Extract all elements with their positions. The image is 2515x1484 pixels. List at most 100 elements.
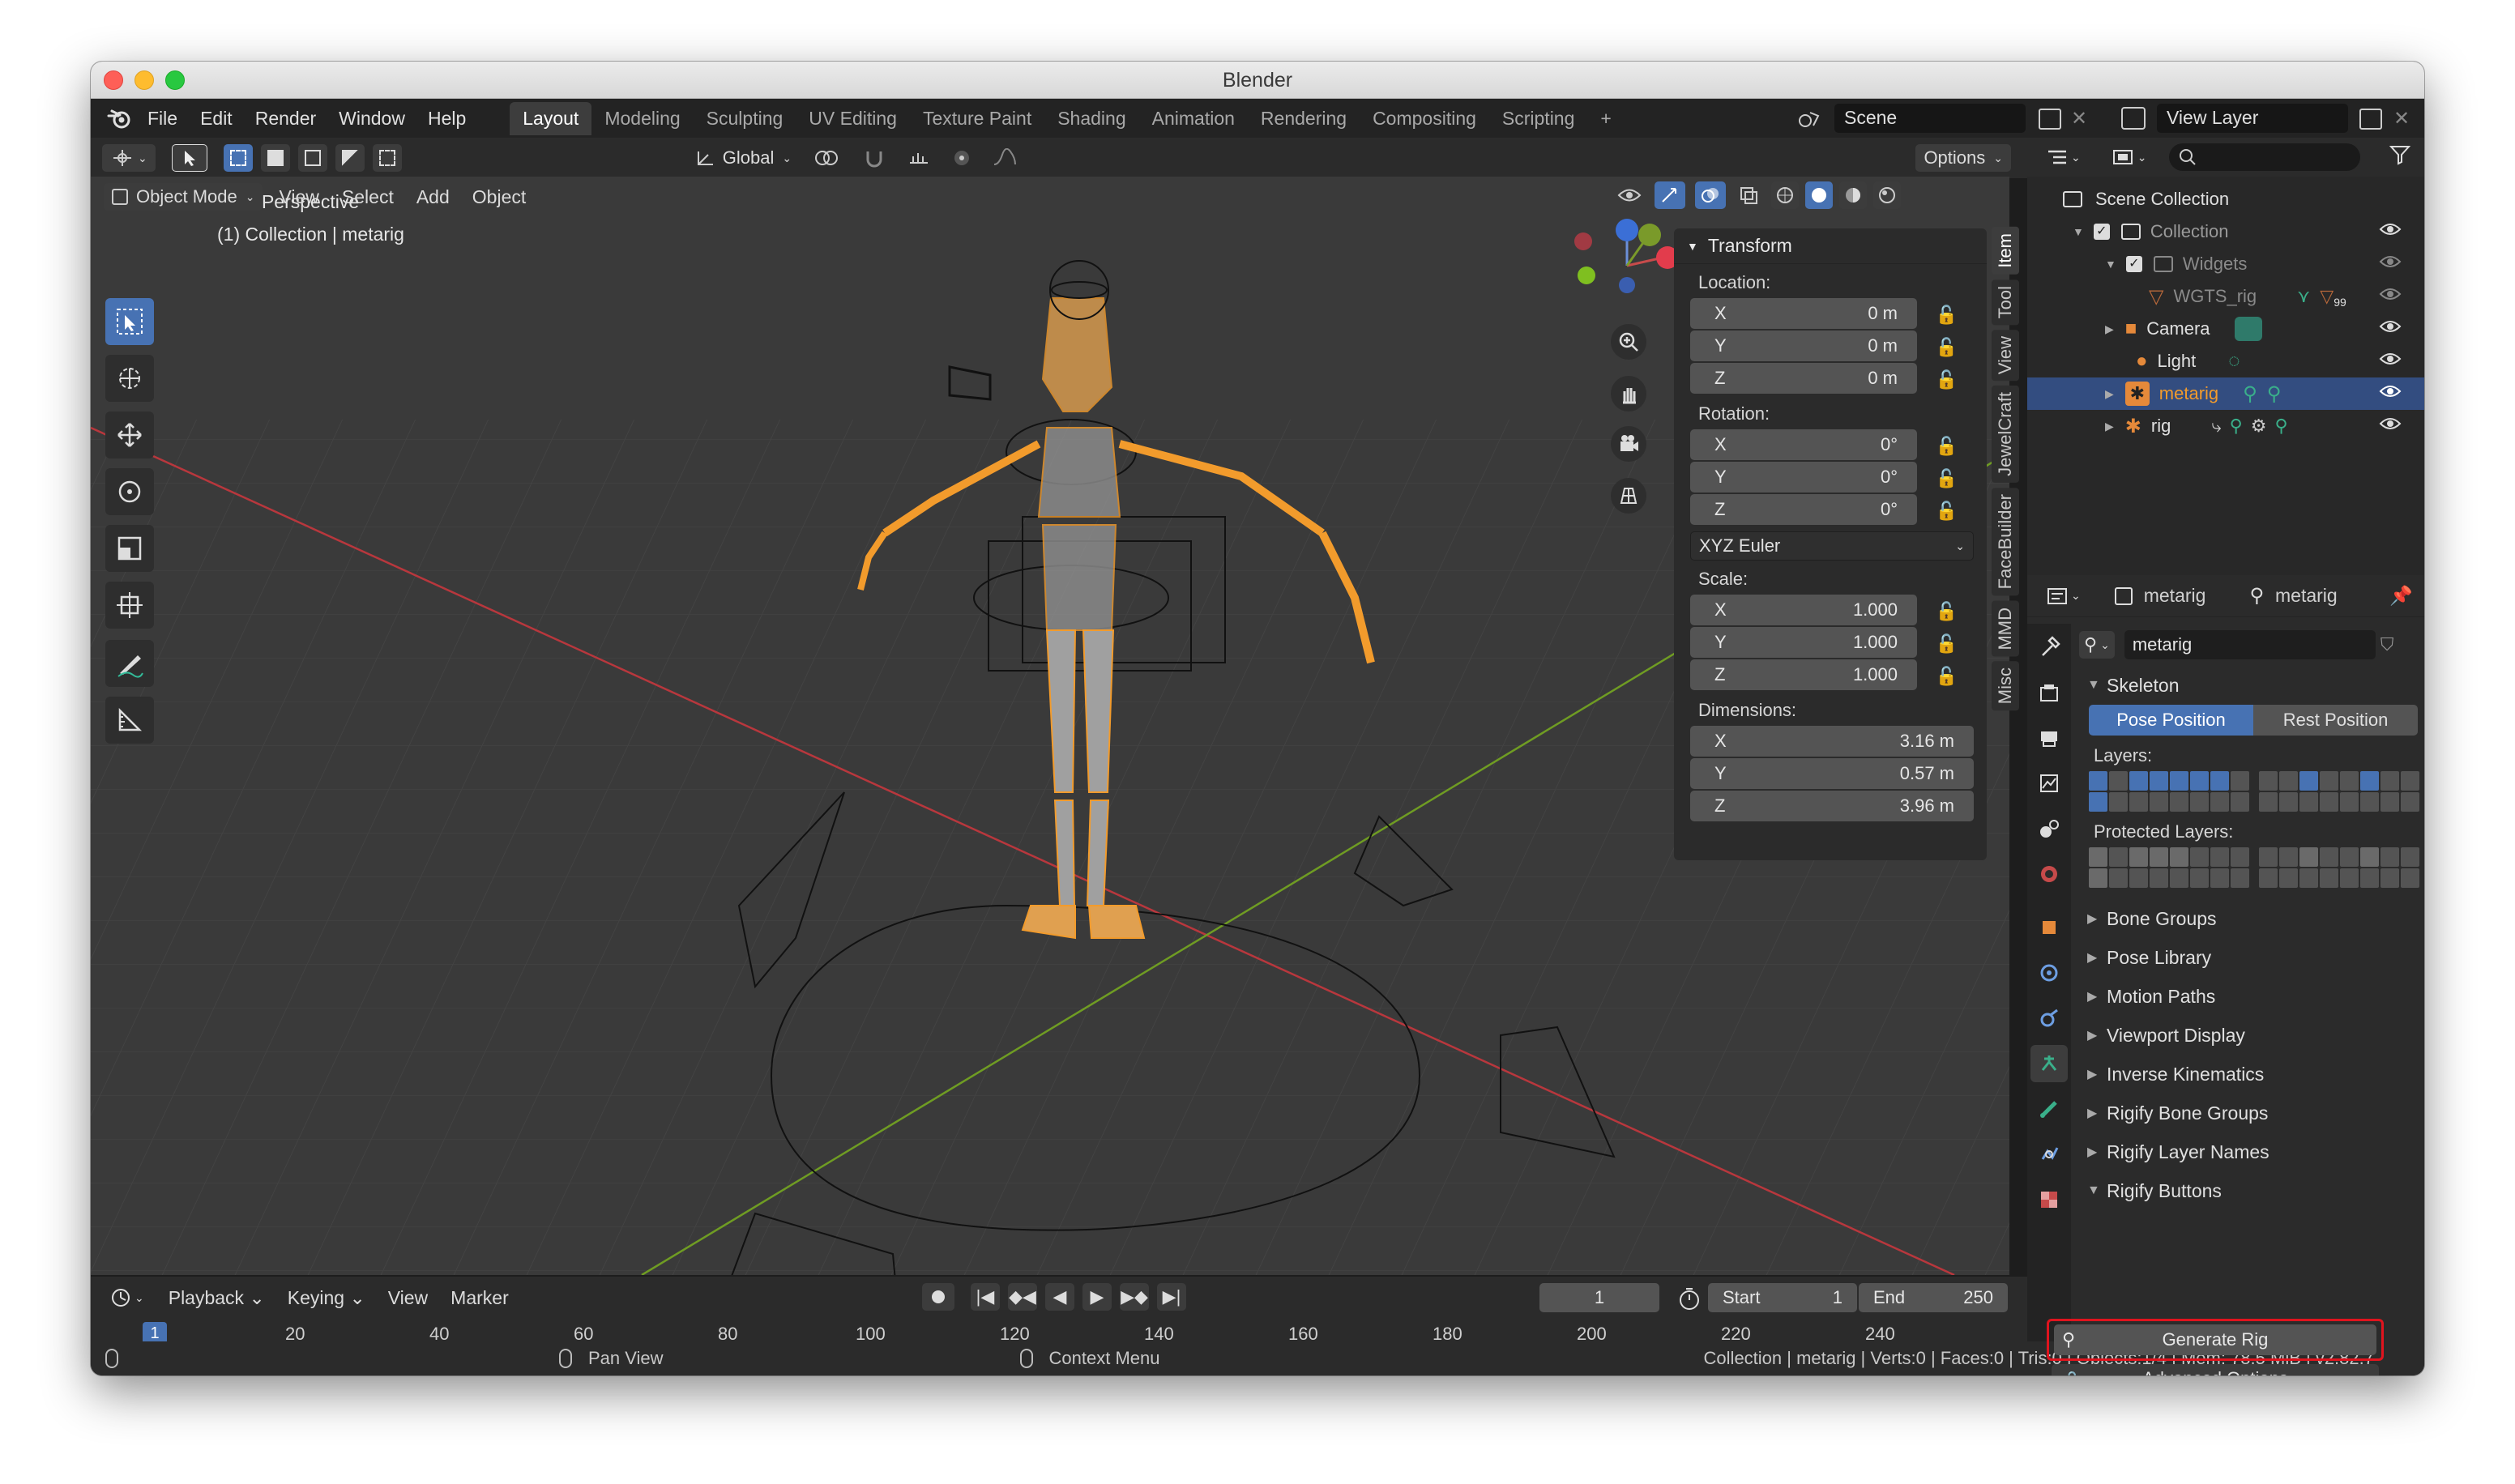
properties-editor-type-icon[interactable]: ⌄ <box>2039 582 2089 610</box>
rigify-buttons-section[interactable]: ▼ Rigify Buttons <box>2071 1171 2424 1210</box>
disclosure-triangle-icon[interactable]: ▶ <box>2105 420 2114 433</box>
new-scene-icon[interactable] <box>2039 109 2061 130</box>
protected-grid-left[interactable] <box>2089 847 2249 888</box>
visibility-eye-icon[interactable] <box>2379 383 2402 404</box>
outliner-row-camera[interactable]: ▶ ■ Camera <box>2027 313 2424 345</box>
shading-solid-icon[interactable] <box>1805 181 1833 209</box>
select-box-tool-icon[interactable] <box>105 298 154 345</box>
transform-panel-header[interactable]: ▼ Transform <box>1674 228 1987 264</box>
gizmo-toggle-icon[interactable] <box>1655 181 1685 209</box>
constraints-tab-icon[interactable] <box>2030 1136 2068 1173</box>
inverse-kinematics-section[interactable]: ▶ Inverse Kinematics <box>2071 1055 2424 1094</box>
menu-select[interactable]: Select <box>331 186 405 208</box>
rotation-x-field[interactable]: X 0° 🔓 <box>1690 429 1958 460</box>
lock-icon[interactable]: 🔓 <box>1936 337 1958 358</box>
visibility-eye-icon[interactable] <box>2379 416 2402 437</box>
texture-tab-icon[interactable] <box>2030 1181 2068 1218</box>
render-tab-icon[interactable] <box>2030 674 2068 711</box>
tab-jewelcraft[interactable]: JewelCraft <box>1992 386 2019 484</box>
shading-wireframe-icon[interactable] <box>1771 181 1799 209</box>
bone-groups-section[interactable]: ▶ Bone Groups <box>2071 899 2424 938</box>
include-checkbox[interactable]: ✓ <box>2093 224 2110 240</box>
menu-help[interactable]: Help <box>416 108 477 130</box>
lock-icon[interactable]: 🔓 <box>1936 666 1958 687</box>
rotation-mode-dropdown[interactable]: XYZ Euler ⌄ <box>1690 531 1974 561</box>
tab-mmd[interactable]: MMD <box>1992 600 2019 657</box>
location-z-field[interactable]: Z0 m 🔓 <box>1690 363 1958 394</box>
tab-modeling[interactable]: Modeling <box>591 102 693 135</box>
visibility-eye-icon[interactable] <box>2379 318 2402 339</box>
physics-tab-icon[interactable] <box>2030 1000 2068 1037</box>
select-extend-icon[interactable] <box>260 144 290 172</box>
options-dropdown[interactable]: Options ⌄ <box>1915 144 2011 172</box>
output-tab-icon[interactable] <box>2030 719 2068 757</box>
select-invert-icon[interactable] <box>335 144 365 172</box>
menu-window[interactable]: Window <box>327 108 416 130</box>
tab-scripting[interactable]: Scripting <box>1489 102 1587 135</box>
scale-z-field[interactable]: Z 1.000 🔓 <box>1690 659 1958 690</box>
view-layer-tab-icon[interactable] <box>2030 765 2068 802</box>
stopwatch-icon[interactable] <box>1677 1286 1702 1316</box>
outliner-row-light[interactable]: ● Light ◌ <box>2027 345 2424 377</box>
include-checkbox[interactable]: ✓ <box>2125 256 2142 272</box>
armature-name-field[interactable]: metarig <box>2124 630 2376 659</box>
tab-uv-editing[interactable]: UV Editing <box>796 102 910 135</box>
editor-type-selector[interactable]: ⌄ <box>102 144 156 172</box>
transform-orientation-dropdown[interactable]: Global ⌄ <box>687 144 800 172</box>
rest-position-button[interactable]: Rest Position <box>2253 705 2418 736</box>
move-tool-icon[interactable] <box>105 412 154 458</box>
protected-grid-right[interactable] <box>2259 847 2419 888</box>
scene-selector-icon[interactable] <box>1789 105 1830 133</box>
advanced-options-button[interactable]: 🔒 Advanced Options <box>2052 1364 2379 1375</box>
current-frame-field[interactable]: 1 <box>1539 1283 1659 1312</box>
start-frame-field[interactable]: Start 1 <box>1708 1283 1857 1312</box>
menu-marker[interactable]: Marker <box>439 1287 520 1309</box>
outliner-row-scene-collection[interactable]: Scene Collection <box>2027 183 2424 215</box>
end-frame-field[interactable]: End 250 <box>1859 1283 2008 1312</box>
shading-rendered-icon[interactable] <box>1873 181 1901 209</box>
delete-scene-icon[interactable]: ✕ <box>2071 107 2087 130</box>
scene-name-field[interactable]: Scene <box>1834 104 2026 133</box>
display-mode-icon[interactable]: ⌄ <box>2103 143 2155 171</box>
snap-target-icon[interactable] <box>899 144 939 172</box>
rigify-layer-names-section[interactable]: ▶ Rigify Layer Names <box>2071 1132 2424 1171</box>
scale-y-field[interactable]: Y 1.000 🔓 <box>1690 627 1958 658</box>
mode-dropdown[interactable]: Object Mode ⌄ <box>104 183 263 211</box>
pivot-point-icon[interactable] <box>805 144 850 172</box>
view-layer-field[interactable]: View Layer <box>2157 104 2348 133</box>
tab-view[interactable]: View <box>1992 330 2019 382</box>
tab-rendering[interactable]: Rendering <box>1248 102 1360 135</box>
disclosure-triangle-icon[interactable]: ▼ <box>2073 225 2084 238</box>
record-icon[interactable] <box>922 1283 954 1311</box>
layer-grid-right[interactable] <box>2259 771 2419 812</box>
tab-item[interactable]: Item <box>1992 227 2019 275</box>
select-intersect-icon[interactable] <box>372 144 402 172</box>
filter-icon[interactable] <box>2389 144 2411 170</box>
lock-icon[interactable]: 🔓 <box>1936 601 1958 622</box>
jump-start-icon[interactable]: |◀ <box>971 1283 1000 1311</box>
lock-icon[interactable]: 🔓 <box>1936 369 1958 390</box>
menu-file[interactable]: File <box>136 108 189 130</box>
outliner-row-wgts-rig[interactable]: ▽ WGTS_rig ⋎ ▽ 99 <box>2027 280 2424 313</box>
dimensions-z-field[interactable]: Z 3.96 m <box>1690 791 1974 821</box>
menu-timeline-view[interactable]: View <box>377 1287 439 1309</box>
lock-icon[interactable]: 🔓 <box>1936 468 1958 489</box>
dimensions-y-field[interactable]: Y 0.57 m <box>1690 758 1974 789</box>
visibility-eye-icon[interactable] <box>2379 254 2402 275</box>
pan-view-icon[interactable] <box>1611 376 1646 412</box>
tab-texture-paint[interactable]: Texture Paint <box>910 102 1044 135</box>
proportional-edit-icon[interactable] <box>944 144 980 172</box>
overlays-toggle-icon[interactable] <box>1695 181 1726 209</box>
motion-paths-section[interactable]: ▶ Motion Paths <box>2071 977 2424 1016</box>
menu-render[interactable]: Render <box>244 108 327 130</box>
tab-animation[interactable]: Animation <box>1139 102 1248 135</box>
disclosure-triangle-icon[interactable]: ▶ <box>2105 387 2114 401</box>
outliner-row-widgets[interactable]: ▼ ✓ Widgets <box>2027 248 2424 280</box>
location-x-field[interactable]: X0 m 🔓 <box>1690 298 1958 329</box>
camera-view-icon[interactable] <box>1611 426 1646 462</box>
outliner-row-collection[interactable]: ▼ ✓ Collection <box>2027 215 2424 248</box>
select-tool-icon[interactable] <box>171 144 207 172</box>
view-layer-icon[interactable] <box>2121 107 2146 130</box>
lock-icon[interactable]: 🔓 <box>1936 436 1958 457</box>
menu-edit[interactable]: Edit <box>189 108 244 130</box>
